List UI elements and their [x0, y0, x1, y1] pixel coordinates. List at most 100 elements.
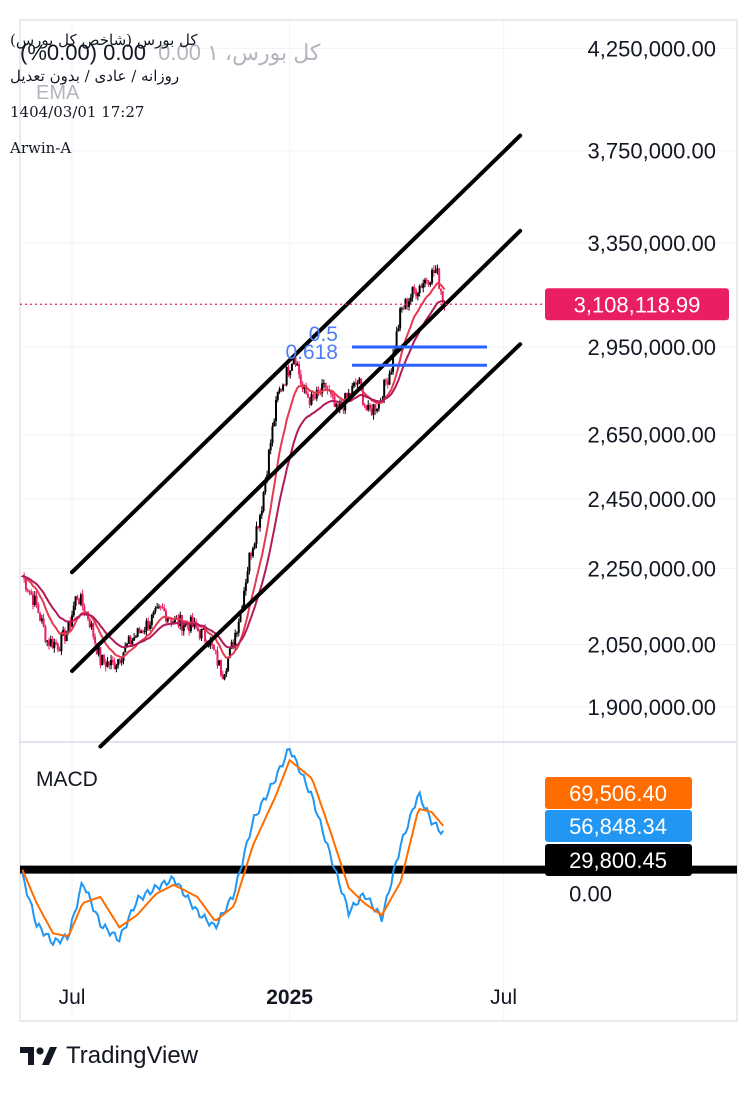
candle-body [37, 604, 40, 613]
candle-body [32, 594, 35, 606]
candle-body [140, 631, 143, 633]
author: Arwin-A [10, 139, 72, 157]
time-axis[interactable]: Jul 2025 Jul [59, 986, 517, 1009]
candle-body [53, 642, 56, 649]
tradingview-name: TradingView [66, 1042, 199, 1069]
symbol-title: کل بورس (شاخص کل بورس) [10, 31, 198, 49]
candle-body [159, 606, 162, 608]
candle-body [198, 631, 201, 639]
candle-body [78, 599, 81, 605]
candle-body [370, 408, 373, 415]
candle-body [106, 661, 109, 667]
candle-body [51, 639, 54, 649]
candle-body [299, 374, 302, 384]
fib-retracement[interactable]: 0.50.618 [285, 323, 487, 367]
candle-body [273, 421, 276, 427]
candle-body [356, 382, 359, 385]
candle-body [49, 639, 52, 646]
candle-body [118, 659, 121, 663]
candle-body [298, 363, 301, 375]
candle-body [56, 643, 59, 650]
candle-body [90, 623, 93, 628]
candle-body [166, 618, 169, 622]
candle-body [434, 269, 437, 274]
candle-body [110, 659, 113, 666]
candle-body [282, 384, 285, 391]
candle-body [287, 367, 290, 376]
price-tick-label: 3,350,000.00 [588, 231, 716, 256]
candle-body [26, 589, 29, 592]
candle-body [408, 301, 411, 307]
candle-body [218, 660, 221, 666]
candle-body [129, 636, 132, 645]
ema-lines [22, 281, 446, 659]
channel-lines[interactable] [70, 133, 523, 749]
candle-body [235, 632, 238, 634]
candle-body [150, 614, 153, 625]
candle-body [188, 625, 191, 632]
tradingview-branding[interactable]: TradingView [20, 1042, 198, 1070]
candle-body [280, 388, 283, 391]
candle-body [104, 662, 107, 667]
candle-body [113, 662, 116, 670]
candle-body [257, 526, 260, 528]
candle-body [227, 657, 230, 671]
candle-body [324, 382, 327, 389]
candle-body [76, 596, 79, 600]
candle-body [216, 650, 219, 666]
candle-body [46, 640, 49, 642]
candle-body [117, 659, 120, 666]
candle-body [271, 426, 274, 444]
chart-legend: کل بورس (شاخص کل بورس) روزانه / عادی / ب… [10, 30, 198, 174]
candle-body [415, 290, 418, 297]
price-tick-label: 2,950,000.00 [588, 335, 716, 360]
candle-body [331, 393, 334, 397]
candle-body [409, 297, 412, 302]
candle-body [260, 511, 263, 516]
ema-fast-line [22, 281, 446, 659]
channel-line-2 [70, 228, 523, 674]
candle-body [30, 591, 33, 595]
candle-body [422, 283, 425, 288]
candle-body [372, 404, 375, 415]
time-tick-label: Jul [59, 986, 86, 1009]
price-tick-label: 2,650,000.00 [588, 423, 716, 448]
candle-body [358, 378, 361, 383]
candle-body [436, 268, 439, 270]
price-axis[interactable]: 4,250,000.00 3,750,000.00 3,350,000.00 2,95… [569, 36, 716, 906]
candle-body [24, 578, 27, 590]
candle-body [250, 552, 253, 557]
candle-body [223, 674, 226, 680]
candle-body [259, 515, 262, 528]
candle-body [147, 620, 150, 629]
candle-body [306, 393, 309, 398]
candle-body [411, 286, 414, 298]
price-tick-label: 2,250,000.00 [588, 557, 716, 582]
price-tick-label: 3,750,000.00 [588, 139, 716, 164]
candle-body [353, 382, 356, 386]
macd-title: MACD [36, 768, 98, 791]
candle-body [248, 552, 251, 572]
candle-body [99, 647, 102, 666]
price-tick-label: 4,250,000.00 [588, 36, 716, 61]
candle-body [134, 636, 137, 638]
candle-body [402, 308, 405, 310]
candle-body [262, 492, 265, 512]
candle-body [388, 373, 391, 385]
candle-body [101, 655, 104, 666]
timestamp: 1404/03/01 17:27 [10, 103, 145, 121]
candle-body [127, 636, 130, 644]
candle-body [154, 608, 157, 612]
candle-body [413, 286, 416, 291]
candle-body [28, 591, 31, 593]
candle-body [138, 628, 141, 633]
candle-body [335, 403, 338, 407]
candle-body [221, 675, 224, 680]
candle-body [315, 389, 318, 399]
candle-body [267, 450, 270, 475]
candle-body [81, 594, 84, 607]
candle-body [431, 269, 434, 283]
candle-body [269, 443, 272, 451]
candle-body [163, 607, 166, 611]
time-tick-label: Jul [490, 986, 517, 1009]
